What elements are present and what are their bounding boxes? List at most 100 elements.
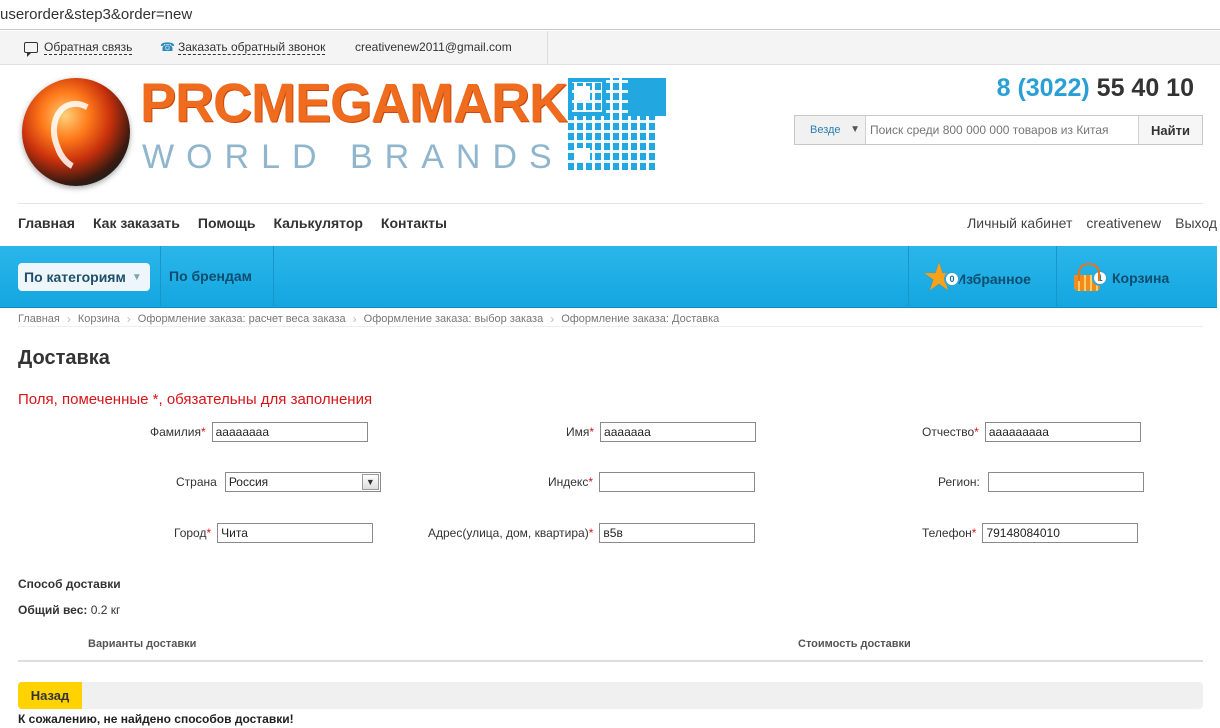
user-menu: Личный кабинет creativenew Выход <box>967 215 1217 231</box>
phone-field: Телефон * 79148084010 <box>922 523 1139 543</box>
index-label: Индекс <box>548 475 589 489</box>
required-mark: * <box>589 425 595 439</box>
required-mark: * <box>971 526 977 540</box>
name-input[interactable]: ааааааа <box>600 422 757 442</box>
total-weight-label: Общий вес: <box>18 603 88 617</box>
category-bar: По категориям ▼ По брендам 0 Избранное 1… <box>0 246 1217 308</box>
column-header-variants: Варианты доставки <box>88 638 197 650</box>
favorites-label: Избранное <box>956 271 1031 287</box>
country-field: Страна Россия ▼ <box>176 472 381 492</box>
callback-label: Заказать обратный звонок <box>178 40 326 55</box>
page-title: Доставка <box>18 347 110 369</box>
index-input[interactable] <box>598 472 755 492</box>
brands-link[interactable]: По брендам <box>169 268 252 284</box>
name-field: Имя * ааааааа <box>566 422 757 442</box>
address-input[interactable]: в5в <box>599 523 756 543</box>
breadcrumb-item-current: Оформление заказа: Доставка <box>543 311 719 326</box>
menu-item-home[interactable]: Главная <box>18 215 75 231</box>
chevron-down-icon: ▼ <box>131 271 142 283</box>
breadcrumb-item[interactable]: Оформление заказа: расчет веса заказа <box>120 311 346 326</box>
menu-item-contacts[interactable]: Контакты <box>381 215 447 231</box>
address-label: Адрес(улица, дом, квартира) <box>428 526 589 540</box>
cart-link[interactable]: 1 Корзина <box>1070 263 1169 293</box>
feedback-link[interactable]: Обратная связь <box>24 40 133 57</box>
browser-url-bar[interactable]: userorder&step3&order=new <box>0 0 1220 30</box>
divider <box>908 246 909 308</box>
menu-item-help[interactable]: Помощь <box>198 215 256 231</box>
cart-count-badge: 1 <box>1092 270 1108 286</box>
required-mark: * <box>588 526 594 540</box>
patronymic-input[interactable]: ааааааааа <box>984 422 1141 442</box>
email-text: creativenew2011@gmail.com <box>355 40 512 54</box>
total-weight: Общий вес: 0.2 кг <box>18 603 120 617</box>
divider <box>160 246 161 308</box>
brand-subtitle: WORLD BRANDS <box>142 138 564 176</box>
main-menu-left: Главная Как заказать Помощь Калькулятор … <box>18 215 447 231</box>
surname-field: Фамилия * аааааааа <box>150 422 368 442</box>
address-field: Адрес(улица, дом, квартира) * в5в <box>428 523 756 543</box>
back-button[interactable]: Назад <box>18 682 82 709</box>
chat-icon <box>24 42 38 57</box>
contact-phone: 8 (3022) 55 40 10 <box>997 74 1194 103</box>
phone-input[interactable]: 79148084010 <box>982 523 1139 543</box>
country-label: Страна <box>176 475 217 489</box>
no-delivery-message: К сожалению, не найдено способов доставк… <box>18 712 294 726</box>
menu-item-account[interactable]: Личный кабинет <box>967 215 1072 231</box>
menu-item-username[interactable]: creativenew <box>1086 215 1161 231</box>
breadcrumb-item[interactable]: Оформление заказа: выбор заказа <box>346 311 544 326</box>
search-scope-select[interactable]: Везде ▼ <box>795 116 866 144</box>
index-field: Индекс * <box>548 472 755 492</box>
delivery-method-label: Способ доставки <box>18 577 121 591</box>
required-fields-note: Поля, помеченные *, обязательны для запо… <box>18 391 373 408</box>
patronymic-label: Отчество <box>922 425 975 439</box>
chevron-down-icon: ▼ <box>361 474 379 490</box>
required-mark: * <box>974 425 979 439</box>
region-label: Регион: <box>938 475 980 489</box>
phone-label: Телефон <box>922 526 972 540</box>
city-field: Город * Чита <box>174 523 374 543</box>
contact-email: creativenew2011@gmail.com <box>355 40 512 54</box>
menu-item-calculator[interactable]: Калькулятор <box>273 215 362 231</box>
required-mark: * <box>588 475 593 489</box>
divider <box>1056 246 1057 308</box>
required-mark: * <box>200 425 206 439</box>
logo-emblem-icon[interactable] <box>22 78 130 186</box>
favorites-count-badge: 0 <box>944 271 960 287</box>
menu-item-how-to-order[interactable]: Как заказать <box>93 215 180 231</box>
phone-code: 8 (3022) <box>996 74 1090 102</box>
required-mark: * <box>206 526 212 540</box>
phone-icon <box>160 40 175 54</box>
search-scope-label: Везде <box>810 124 841 136</box>
search-bar: Везде ▼ Найти <box>794 115 1203 145</box>
breadcrumb: Главная Корзина Оформление заказа: расче… <box>18 311 1203 327</box>
name-label: Имя <box>566 425 590 439</box>
search-button[interactable]: Найти <box>1138 116 1202 144</box>
city-label: Город <box>174 526 207 540</box>
breadcrumb-item[interactable]: Главная <box>18 311 60 326</box>
categories-dropdown[interactable]: По категориям ▼ <box>18 263 150 291</box>
total-weight-value: 0.2 кг <box>90 603 121 617</box>
main-menu: Главная Как заказать Помощь Калькулятор … <box>18 203 1217 243</box>
callback-link[interactable]: Заказать обратный звонок <box>160 40 326 55</box>
action-bar: Назад <box>18 682 1203 709</box>
top-utility-group: Обратная связь Заказать обратный звонок … <box>0 31 548 65</box>
region-field: Регион: <box>938 472 1144 492</box>
feedback-label: Обратная связь <box>44 40 133 55</box>
search-input[interactable] <box>866 116 1138 144</box>
patronymic-field: Отчество * ааааааааа <box>922 422 1141 442</box>
breadcrumb-item[interactable]: Корзина <box>60 311 120 326</box>
basket-icon: 1 <box>1070 263 1108 293</box>
menu-item-logout[interactable]: Выход <box>1175 215 1217 231</box>
url-text: userorder&step3&order=new <box>0 6 193 23</box>
phone-number: 55 40 10 <box>1096 74 1194 102</box>
chevron-down-icon: ▼ <box>850 124 860 135</box>
country-select[interactable]: Россия ▼ <box>224 472 381 492</box>
favorites-link[interactable]: 0 Избранное <box>922 255 1031 300</box>
qr-code-icon <box>568 78 658 170</box>
delivery-method-heading: Способ доставки <box>18 577 121 591</box>
brand-name[interactable]: PRCMEGAMARKET <box>140 71 635 134</box>
city-input[interactable]: Чита <box>217 523 374 543</box>
surname-input[interactable]: аааааааа <box>211 422 368 442</box>
region-input[interactable] <box>987 472 1144 492</box>
column-header-cost: Стоимость доставки <box>798 638 911 650</box>
